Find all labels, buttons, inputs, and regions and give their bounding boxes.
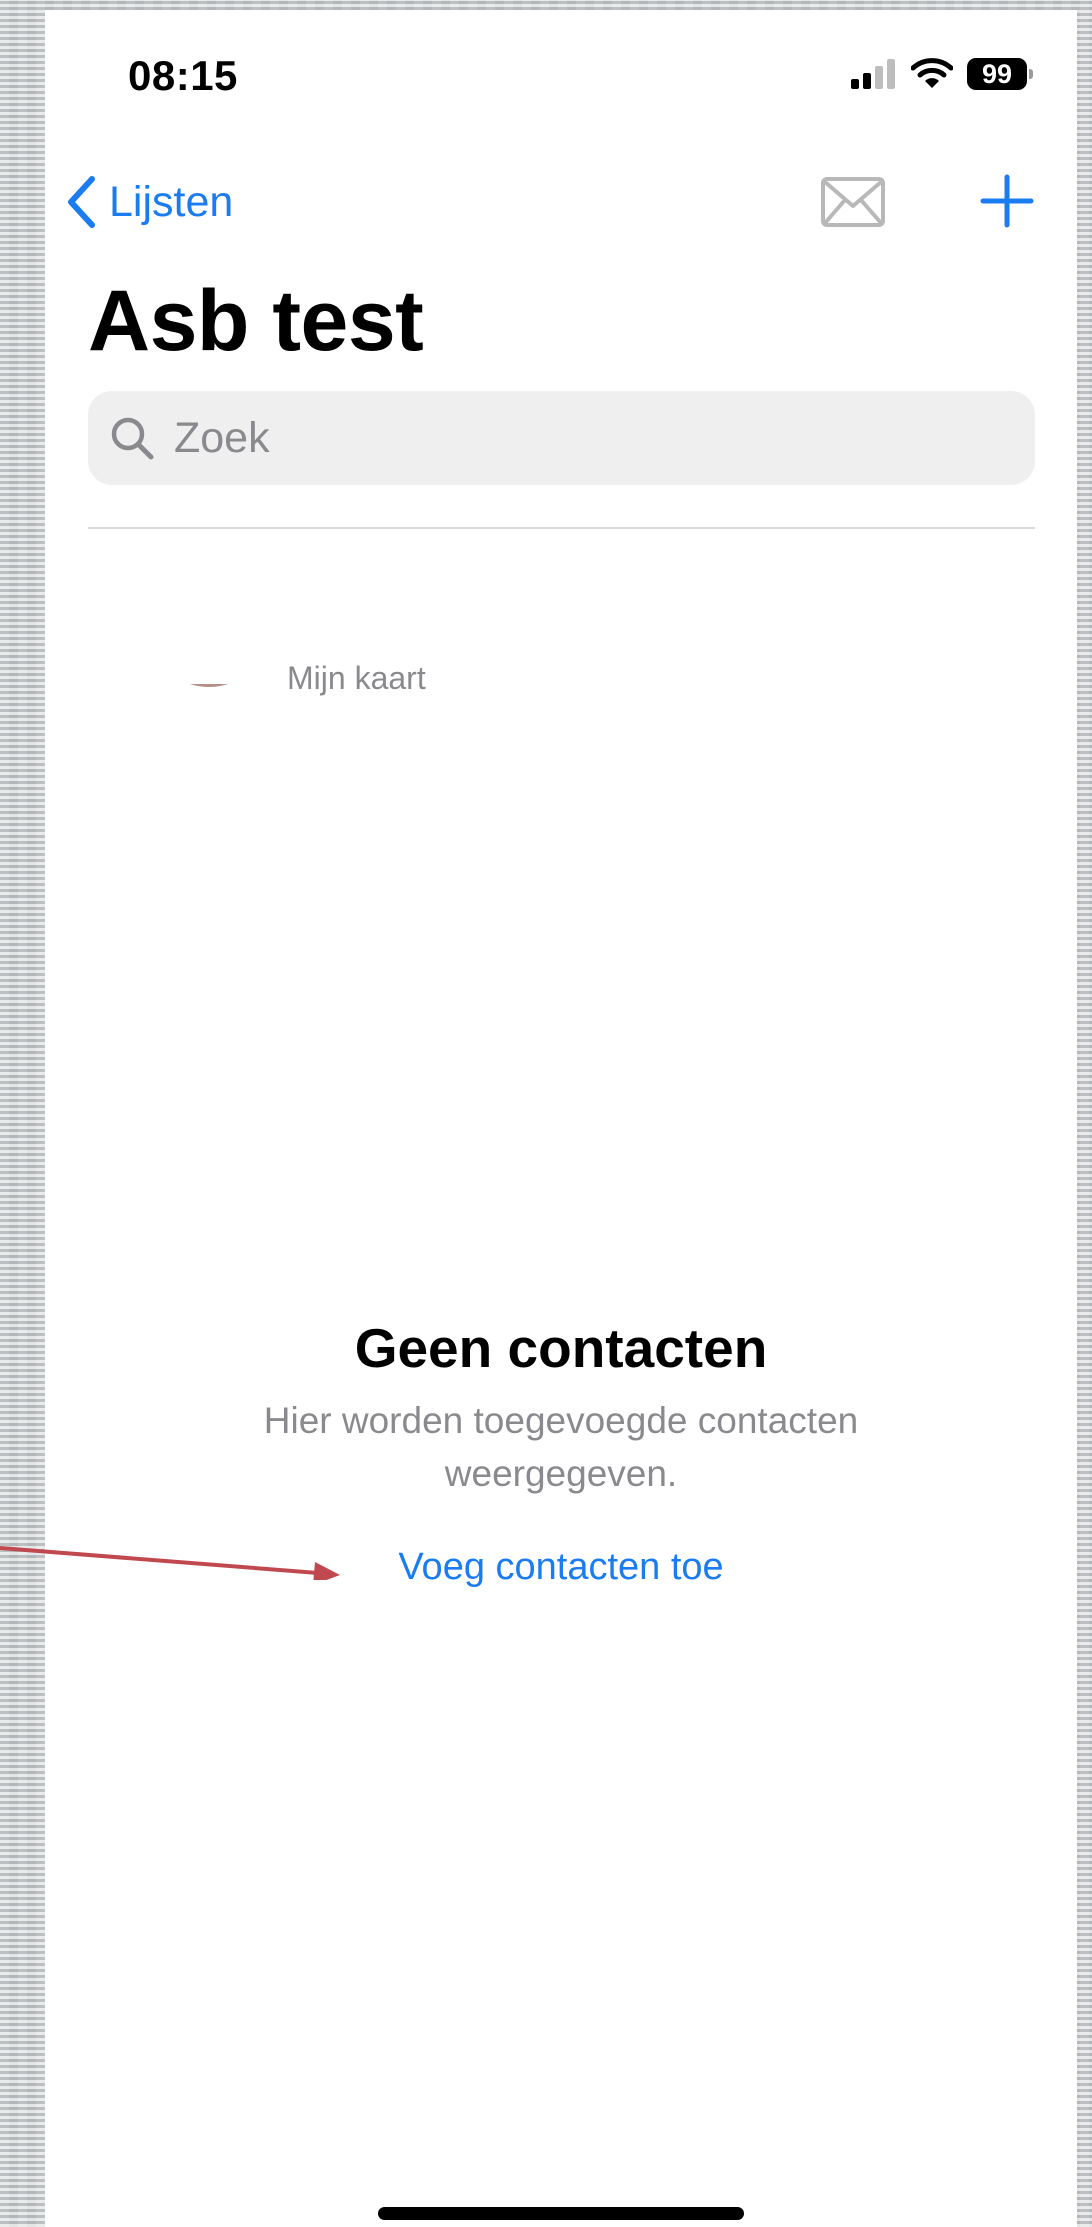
status-icons: 99 — [851, 54, 1033, 94]
chevron-left-icon — [68, 176, 95, 228]
avatar[interactable] — [148, 565, 270, 687]
empty-state-description: Hier worden toegevoegde contacten weerge… — [263, 1400, 859, 1494]
annotation-arrow-icon — [0, 1546, 340, 1580]
divider — [88, 527, 1035, 529]
plus-icon — [980, 174, 1034, 228]
mail-button[interactable] — [820, 176, 886, 228]
mail-icon — [821, 177, 885, 227]
phone-screen: 08:15 99 Lijsten Asb test Zoek Mijn kaar… — [45, 10, 1077, 2227]
my-card-label: Mijn kaart — [287, 660, 426, 696]
search-icon — [111, 417, 154, 460]
back-button-label: Lijsten — [109, 177, 234, 226]
status-time: 08:15 — [128, 52, 238, 99]
signal-icon — [851, 59, 895, 89]
page-title: Asb test — [88, 273, 424, 369]
wifi-icon — [911, 58, 953, 88]
add-contact-button[interactable] — [978, 172, 1036, 230]
back-button[interactable]: Lijsten — [65, 170, 233, 234]
empty-state-title: Geen contacten — [354, 1317, 768, 1379]
search-input[interactable] — [172, 407, 1035, 469]
search-bar[interactable] — [88, 391, 1035, 485]
home-indicator[interactable] — [378, 2207, 744, 2220]
battery-icon: 99 — [967, 58, 1033, 90]
